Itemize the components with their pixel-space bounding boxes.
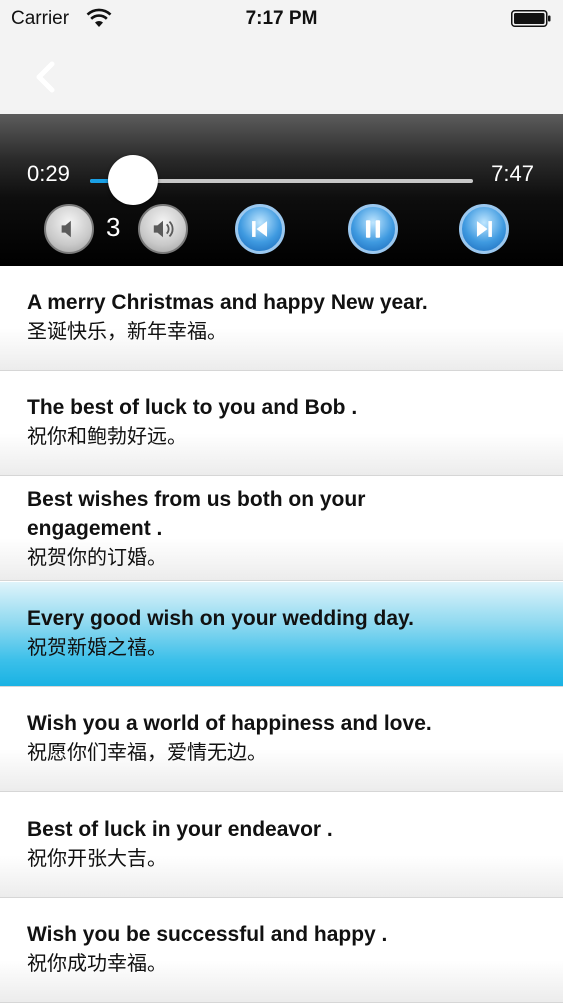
- status-time: 7:17 PM: [245, 8, 318, 29]
- pause-button[interactable]: [348, 204, 398, 254]
- item-text: The best of luck to you and Bob . 祝你和鲍勃好…: [27, 393, 543, 452]
- item-text: A merry Christmas and happy New year. 圣诞…: [27, 288, 543, 347]
- battery-icon: [511, 10, 551, 27]
- chinese-translation: 祝愿你们幸福，爱情无边。: [27, 742, 267, 764]
- phrase-list: A merry Christmas and happy New year. 圣诞…: [0, 266, 563, 1003]
- item-text: Best wishes from us both on your engagem…: [27, 485, 443, 573]
- next-track-icon: [476, 221, 492, 237]
- item-text: Best of luck in your endeavor . 祝你开张大吉。: [27, 815, 543, 874]
- item-text: Wish you be successful and happy . 祝你成功幸…: [27, 920, 543, 979]
- item-text: Every good wish on your wedding day. 祝贺新…: [27, 604, 543, 663]
- chinese-translation: 祝你和鲍勃好远。: [27, 426, 187, 448]
- english-phrase: Best wishes from us both on your engagem…: [27, 488, 366, 540]
- chinese-translation: 圣诞快乐，新年幸福。: [27, 321, 227, 343]
- list-item[interactable]: Best of luck in your endeavor . 祝你开张大吉。: [0, 793, 563, 898]
- chinese-translation: 祝贺新婚之禧。: [27, 637, 167, 659]
- list-item[interactable]: Every good wish on your wedding day. 祝贺新…: [0, 582, 563, 687]
- status-bar: Carrier 7:17 PM: [0, 0, 563, 40]
- english-phrase: Wish you a world of happiness and love.: [27, 712, 432, 735]
- volume-down-icon: [61, 220, 71, 238]
- list-item[interactable]: A merry Christmas and happy New year. 圣诞…: [0, 266, 563, 371]
- english-phrase: Best of luck in your endeavor .: [27, 818, 333, 841]
- english-phrase: Wish you be successful and happy .: [27, 923, 388, 946]
- english-phrase: The best of luck to you and Bob .: [27, 396, 358, 419]
- item-text: Wish you a world of happiness and love. …: [27, 709, 543, 768]
- previous-track-icon: [252, 221, 268, 237]
- list-item[interactable]: Wish you be successful and happy . 祝你成功幸…: [0, 898, 563, 1003]
- current-time: 0:29: [27, 161, 70, 186]
- list-item[interactable]: Wish you a world of happiness and love. …: [0, 687, 563, 792]
- volume-down-button[interactable]: [44, 204, 94, 254]
- next-track-button[interactable]: [459, 204, 509, 254]
- volume-up-button[interactable]: [138, 204, 188, 254]
- english-phrase: Every good wish on your wedding day.: [27, 607, 414, 630]
- back-button[interactable]: [28, 58, 64, 96]
- total-time: 7:47: [491, 161, 534, 186]
- progress-slider-thumb[interactable]: [107, 155, 158, 205]
- list-item[interactable]: The best of luck to you and Bob . 祝你和鲍勃好…: [0, 371, 563, 476]
- pause-icon: [365, 220, 381, 238]
- audio-player: 0:29 7:47 3: [0, 114, 563, 266]
- list-item[interactable]: Best wishes from us both on your engagem…: [0, 476, 563, 581]
- volume-level: 3: [106, 212, 121, 242]
- chinese-translation: 祝你成功幸福。: [27, 953, 167, 975]
- previous-track-button[interactable]: [235, 204, 285, 254]
- navigation-bar: [0, 40, 563, 114]
- chinese-translation: 祝你开张大吉。: [27, 848, 167, 870]
- english-phrase: A merry Christmas and happy New year.: [27, 291, 428, 314]
- volume-up-icon: [153, 220, 174, 238]
- chinese-translation: 祝贺你的订婚。: [27, 547, 167, 569]
